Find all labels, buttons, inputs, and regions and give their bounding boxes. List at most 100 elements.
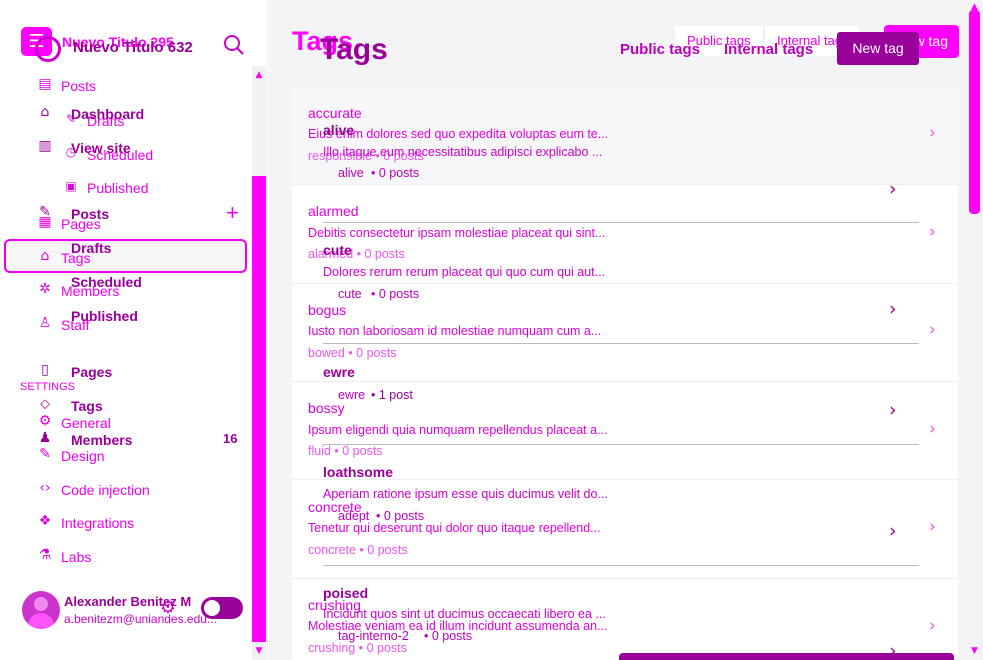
layout-icon: ▥ (38, 138, 52, 154)
nav-members[interactable]: Members (71, 432, 132, 448)
nav-scheduled[interactable]: Scheduled (71, 274, 142, 290)
tag-description: Ipsum eligendi quia numquam repellendus … (308, 423, 608, 437)
pages-front-icon: ▯ (41, 362, 49, 378)
tag-name[interactable]: alive (323, 122, 354, 138)
chevron-right-icon[interactable]: › (889, 178, 897, 200)
tag-description: Iusto non laboriosam id molestiae numqua… (308, 324, 602, 338)
tag-name[interactable]: poised (323, 585, 368, 601)
chevron-right-icon[interactable]: › (929, 616, 936, 636)
site-logo (35, 36, 61, 62)
main-scroll-thumb[interactable] (969, 10, 980, 214)
scroll-up-arrow[interactable]: ▲ (252, 70, 266, 80)
tag-post-count: • 0 posts (371, 166, 420, 180)
user-email: a.benitezm@uniandes.edu... (64, 612, 217, 626)
tag-description: Aperiam ratione ipsum esse quis ducimus … (323, 487, 608, 501)
nav-dashboard[interactable]: Dashboard (71, 106, 144, 122)
nav-posts[interactable]: Posts (71, 206, 109, 222)
tag-meta: bowed • 0 posts (308, 346, 397, 360)
tag-slug: adept (338, 509, 370, 523)
chevron-right-icon[interactable]: › (929, 123, 936, 143)
row-divider (292, 381, 958, 382)
brush-icon: ✎ (39, 446, 51, 462)
nav-integrations[interactable]: Integrations (61, 515, 134, 531)
tag-post-count: • 0 posts (371, 287, 420, 301)
nav-general[interactable]: General (61, 415, 111, 431)
nav-drafts[interactable]: Drafts (71, 240, 111, 256)
tag-post-count: • 0 posts (424, 629, 473, 643)
tag-slug: tag-interno-2 (338, 629, 409, 643)
row-divider (292, 283, 958, 284)
code-icon: ‹› (39, 480, 51, 496)
posts-icon: ▤ (38, 76, 52, 92)
staff-icon: ♙ (38, 315, 52, 331)
chevron-right-icon[interactable]: › (929, 320, 936, 340)
chevron-right-icon[interactable]: › (889, 399, 897, 421)
tag-name[interactable]: cute (323, 242, 352, 258)
tag-front-icon: ⬦ (40, 396, 50, 412)
public-tags-tab[interactable]: Public tags (620, 41, 700, 58)
night-mode-toggle[interactable] (201, 597, 243, 619)
tag-name[interactable]: bogus (308, 302, 346, 318)
chevron-right-icon[interactable]: › (929, 517, 936, 537)
tag-slug: cute (338, 287, 362, 301)
gear-icon[interactable]: ⚙ (159, 597, 177, 618)
home-icon: ⌂ (40, 104, 50, 120)
integrations-icon: ❖ (38, 513, 52, 529)
search-icon[interactable] (222, 33, 246, 57)
row-divider (323, 565, 919, 566)
new-tag-button[interactable]: New tag (837, 32, 919, 65)
nav-published[interactable]: Published (71, 308, 138, 324)
nav-labs[interactable]: Labs (61, 549, 91, 565)
sidebar: ☰ Nuevo Titulo 295 Nuevo Titulo 632 ▤ Po… (0, 0, 268, 660)
page-title: Tags (320, 33, 388, 66)
tag-slug: ewre (338, 388, 366, 402)
nav-posts-back[interactable]: Posts (61, 78, 96, 94)
chevron-right-icon[interactable]: › (889, 520, 897, 542)
internal-tags-tab[interactable]: Internal tags (724, 41, 813, 58)
chevron-right-icon[interactable]: › (929, 419, 936, 439)
plus-icon[interactable]: + (226, 200, 239, 226)
nav-view-site[interactable]: View site (71, 140, 131, 156)
tag-post-count: • 1 post (371, 388, 413, 402)
tag-description: Dolores rerum rerum placeat qui quo cum … (323, 265, 606, 279)
members-count: 16 (223, 431, 238, 446)
published-icon: ▣ (65, 179, 77, 193)
members-icon: ✲ (39, 281, 51, 297)
tag-name[interactable]: ewre (323, 364, 355, 380)
nav-code-injection[interactable]: Code injection (61, 482, 150, 498)
flask-icon: ⚗ (38, 547, 52, 563)
nav-tags[interactable]: Tags (71, 398, 103, 414)
nav-design[interactable]: Design (61, 448, 105, 464)
tag-name[interactable]: loathsome (323, 464, 393, 480)
row-divider (323, 343, 919, 344)
tag-meta: crushing • 0 posts (308, 641, 407, 655)
row-divider (292, 578, 958, 579)
tag-name[interactable]: accurate (308, 105, 362, 121)
scroll-down-arrow[interactable]: ▼ (966, 646, 983, 656)
tag-description: Debitis consectetur ipsam molestiae plac… (308, 226, 606, 240)
avatar[interactable] (22, 591, 60, 629)
row-divider (323, 444, 919, 445)
tag-name[interactable]: bossy (308, 400, 345, 416)
tag-description: Incidunt quos sint ut ducimus occaecati … (323, 607, 606, 621)
chevron-right-icon[interactable]: › (889, 298, 897, 320)
row-divider (292, 184, 958, 185)
chevron-right-icon[interactable]: › (929, 222, 936, 242)
tag-description: Tenetur qui deserunt qui dolor quo itaqu… (308, 521, 601, 535)
members-front-icon: ♟ (38, 430, 52, 446)
tag-slug: alive (338, 166, 364, 180)
tag-name[interactable]: alarmed (308, 203, 359, 219)
toast-bar (619, 653, 954, 660)
tag-post-count: • 0 posts (376, 509, 425, 523)
nav-pages[interactable]: Pages (71, 364, 112, 380)
tag-meta: fluid • 0 posts (308, 444, 383, 458)
tag-description: Illo itaque eum necessitatibus adipisci … (323, 145, 603, 159)
sidebar-scroll-thumb[interactable] (252, 176, 266, 642)
settings-header: SETTINGS (20, 381, 76, 393)
row-divider (323, 222, 919, 223)
tag-meta: concrete • 0 posts (308, 543, 408, 557)
scroll-down-arrow[interactable]: ▼ (252, 646, 266, 656)
posts-front-icon: ✎ (39, 204, 51, 220)
site-title[interactable]: Nuevo Titulo 632 (73, 39, 193, 56)
nav-published-back[interactable]: Published (87, 180, 149, 196)
